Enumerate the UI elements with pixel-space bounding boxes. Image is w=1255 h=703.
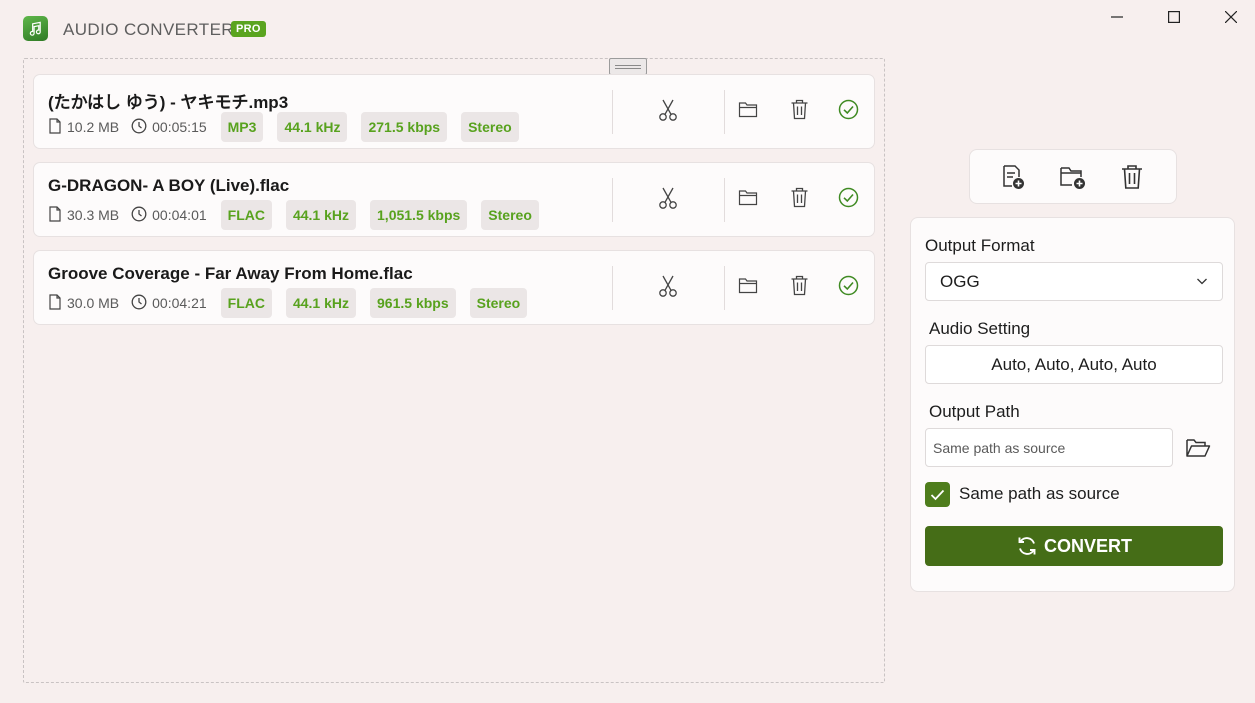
checkmark-icon — [930, 489, 945, 500]
output-path-input[interactable] — [925, 428, 1173, 467]
file-card[interactable]: G-DRAGON- A BOY (Live).flac 30.3 MB 00:0… — [33, 162, 875, 237]
scissors-icon — [657, 274, 679, 303]
browse-folder-button[interactable] — [1183, 434, 1213, 462]
app-title: AUDIO CONVERTER — [63, 20, 234, 39]
check-circle-icon — [838, 99, 859, 125]
delete-file-button[interactable] — [786, 275, 812, 301]
file-name: G-DRAGON- A BOY (Live).flac — [48, 176, 290, 195]
status-check — [835, 275, 861, 301]
audio-setting-label: Audio Setting — [929, 319, 1031, 338]
clock-icon — [131, 294, 152, 313]
open-folder-icon — [1186, 439, 1211, 457]
output-format-value: OGG — [940, 272, 980, 291]
trim-button[interactable] — [655, 187, 681, 213]
close-icon — [1225, 11, 1237, 23]
file-duration: 00:04:21 — [131, 294, 207, 313]
scissors-icon — [657, 98, 679, 127]
trim-button[interactable] — [655, 99, 681, 125]
bitrate-tag: 271.5 kbps — [361, 112, 448, 142]
sample-rate-tag: 44.1 kHz — [285, 288, 357, 318]
file-duration: 00:05:15 — [131, 118, 207, 137]
trim-button[interactable] — [655, 275, 681, 301]
status-check — [835, 187, 861, 213]
folder-icon — [738, 277, 758, 299]
file-meta: 30.0 MB 00:04:21 FLAC 44.1 kHz 961.5 kbp… — [48, 288, 541, 318]
file-size: 10.2 MB — [48, 117, 119, 137]
trash-icon — [1122, 165, 1142, 189]
convert-button[interactable]: CONVERT — [925, 526, 1223, 566]
add-file-icon — [1003, 165, 1024, 189]
same-path-checkbox[interactable] — [925, 482, 950, 507]
output-format-label: Output Format — [925, 236, 1035, 255]
file-card[interactable]: (たかはし ゆう) - ヤキモチ.mp3 10.2 MB 00:05:15 MP… — [33, 74, 875, 149]
format-tag: MP3 — [220, 112, 264, 142]
file-name: Groove Coverage - Far Away From Home.fla… — [48, 264, 413, 283]
output-path-label: Output Path — [929, 402, 1020, 421]
add-folder-icon — [1060, 167, 1085, 189]
format-tag: FLAC — [220, 200, 272, 230]
file-duration: 00:04:01 — [131, 206, 207, 225]
check-circle-icon — [838, 187, 859, 213]
divider — [724, 266, 725, 310]
minimize-button[interactable] — [1100, 6, 1134, 28]
close-button[interactable] — [1214, 6, 1248, 28]
divider — [612, 178, 613, 222]
audio-setting-button[interactable]: Auto, Auto, Auto, Auto — [925, 345, 1223, 384]
file-icon — [48, 117, 67, 137]
open-folder-button[interactable] — [735, 187, 761, 213]
file-icon — [48, 205, 67, 225]
maximize-icon — [1168, 11, 1180, 23]
sample-rate-tag: 44.1 kHz — [277, 112, 348, 142]
resize-handle[interactable] — [609, 58, 647, 75]
file-meta: 10.2 MB 00:05:15 MP3 44.1 kHz 271.5 kbps… — [48, 112, 533, 142]
delete-file-button[interactable] — [786, 99, 812, 125]
divider — [612, 266, 613, 310]
add-file-button[interactable] — [998, 162, 1028, 192]
file-size: 30.0 MB — [48, 293, 119, 313]
bitrate-tag: 1,051.5 kbps — [370, 200, 468, 230]
title-bar: AUDIO CONVERTER PRO — [0, 0, 1255, 58]
file-toolbar — [969, 149, 1177, 204]
file-card[interactable]: Groove Coverage - Far Away From Home.fla… — [33, 250, 875, 325]
trash-icon — [790, 275, 809, 301]
open-folder-button[interactable] — [735, 275, 761, 301]
trash-icon — [790, 99, 809, 125]
file-meta: 30.3 MB 00:04:01 FLAC 44.1 kHz 1,051.5 k… — [48, 200, 553, 230]
check-circle-icon — [838, 275, 859, 301]
open-folder-button[interactable] — [735, 99, 761, 125]
add-folder-button[interactable] — [1058, 162, 1088, 192]
convert-label: CONVERT — [1043, 535, 1132, 556]
delete-file-button[interactable] — [786, 187, 812, 213]
channels-tag: Stereo — [481, 200, 539, 230]
pro-badge: PRO — [231, 21, 266, 37]
clock-icon — [131, 206, 152, 225]
status-check — [835, 99, 861, 125]
folder-icon — [738, 189, 758, 211]
channels-tag: Stereo — [461, 112, 519, 142]
scissors-icon — [657, 186, 679, 215]
format-tag: FLAC — [220, 288, 272, 318]
file-drop-zone[interactable] — [23, 58, 885, 683]
settings-panel: Output Format OGG Audio Setting Auto, Au… — [910, 217, 1235, 592]
clear-all-button[interactable] — [1117, 162, 1147, 192]
chevron-down-icon — [1197, 278, 1207, 285]
bitrate-tag: 961.5 kbps — [370, 288, 456, 318]
file-size: 30.3 MB — [48, 205, 119, 225]
channels-tag: Stereo — [469, 288, 528, 318]
divider — [724, 178, 725, 222]
divider — [724, 90, 725, 134]
app-logo-icon — [23, 16, 48, 41]
refresh-icon — [1018, 537, 1036, 555]
same-path-label: Same path as source — [959, 484, 1120, 503]
minimize-icon — [1111, 16, 1123, 18]
file-icon — [48, 293, 67, 313]
maximize-button[interactable] — [1157, 6, 1191, 28]
folder-icon — [738, 101, 758, 123]
divider — [612, 90, 613, 134]
clock-icon — [131, 118, 152, 137]
sample-rate-tag: 44.1 kHz — [285, 200, 357, 230]
trash-icon — [790, 187, 809, 213]
file-name: (たかはし ゆう) - ヤキモチ.mp3 — [48, 93, 289, 112]
output-format-select[interactable]: OGG — [925, 262, 1223, 301]
